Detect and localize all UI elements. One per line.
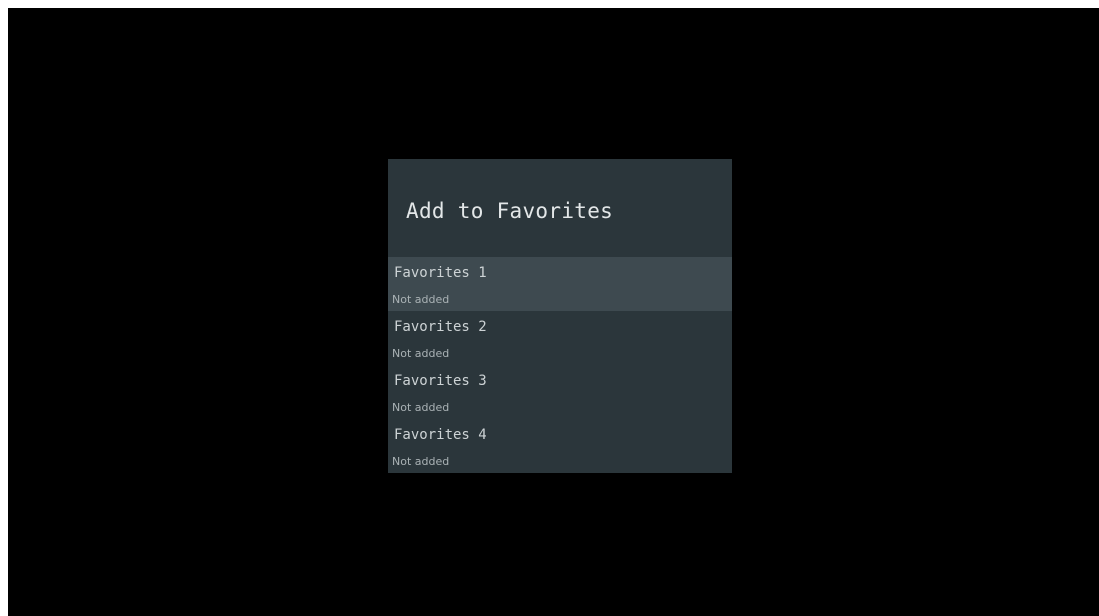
favorites-item-status: Not added — [392, 293, 450, 306]
favorites-list-item-1[interactable]: Favorites 1 Not added — [388, 257, 732, 311]
favorites-list-item-4[interactable]: Favorites 4 Not added — [388, 419, 732, 473]
favorites-item-status: Not added — [392, 401, 450, 414]
add-to-favorites-dialog: Add to Favorites Favorites 1 Not added F… — [388, 159, 732, 473]
favorites-item-status: Not added — [392, 455, 450, 468]
dialog-title: Add to Favorites — [406, 199, 614, 223]
favorites-list-item-2[interactable]: Favorites 2 Not added — [388, 311, 732, 365]
favorites-item-status: Not added — [392, 347, 450, 360]
favorites-item-label: Favorites 3 — [394, 373, 487, 389]
favorites-list: Favorites 1 Not added Favorites 2 Not ad… — [388, 257, 732, 473]
favorites-item-label: Favorites 1 — [394, 265, 487, 281]
favorites-item-label: Favorites 2 — [394, 319, 487, 335]
favorites-list-item-3[interactable]: Favorites 3 Not added — [388, 365, 732, 419]
tv-screen: Add to Favorites Favorites 1 Not added F… — [8, 8, 1099, 616]
favorites-item-label: Favorites 4 — [394, 427, 487, 443]
